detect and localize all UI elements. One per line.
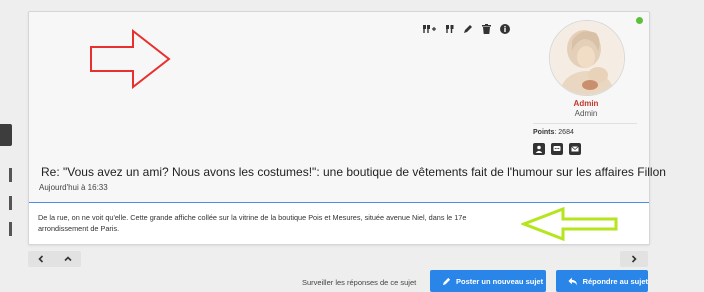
user-points: Points: 2684 bbox=[533, 129, 574, 136]
sidebar-marker bbox=[9, 168, 12, 182]
divider bbox=[533, 123, 637, 124]
message-icon[interactable] bbox=[551, 143, 563, 155]
sidebar-marker bbox=[9, 196, 12, 210]
post-action-bar bbox=[423, 23, 510, 35]
sidebar-tab[interactable] bbox=[0, 124, 12, 146]
next-button[interactable] bbox=[620, 251, 648, 267]
email-icon[interactable] bbox=[569, 143, 581, 155]
sidebar-marker bbox=[9, 222, 12, 236]
quote-icon[interactable] bbox=[446, 23, 454, 35]
online-status-indicator bbox=[636, 17, 643, 24]
delete-icon[interactable] bbox=[482, 23, 491, 35]
contact-buttons bbox=[533, 143, 581, 155]
post-content: De la rue, on ne voit qu'elle. Cette gra… bbox=[29, 203, 649, 244]
prev-button[interactable] bbox=[28, 251, 55, 267]
chevron-up-icon bbox=[64, 256, 72, 262]
pencil-icon bbox=[442, 277, 451, 285]
new-topic-label: Poster un nouveau sujet bbox=[456, 276, 544, 286]
pagination-prev-group bbox=[28, 251, 81, 267]
green-arrow-annotation bbox=[521, 207, 618, 241]
new-topic-button[interactable]: Poster un nouveau sujet bbox=[430, 270, 546, 292]
reply-label: Répondre au sujet bbox=[582, 276, 648, 286]
profile-icon[interactable] bbox=[533, 143, 545, 155]
edit-icon[interactable] bbox=[463, 23, 473, 35]
multi-quote-icon[interactable] bbox=[423, 23, 437, 35]
points-value: : 2684 bbox=[554, 129, 574, 136]
chevron-left-icon bbox=[38, 255, 44, 263]
points-label: Points bbox=[533, 129, 555, 136]
forum-post: Admin Admin Points: 2684 Re: "Vous avez … bbox=[28, 11, 666, 245]
red-arrow-annotation bbox=[90, 29, 171, 89]
watch-topic-link[interactable]: Surveiller les réponses de ce sujet bbox=[302, 278, 416, 287]
reply-button[interactable]: Répondre au sujet bbox=[556, 270, 648, 292]
post-text: De la rue, on ne voit qu'elle. Cette gra… bbox=[38, 213, 467, 233]
chevron-right-icon bbox=[631, 255, 637, 263]
avatar[interactable] bbox=[549, 20, 625, 96]
info-icon[interactable] bbox=[500, 23, 510, 35]
user-rank: Admin bbox=[574, 109, 598, 118]
scroll-top-button[interactable] bbox=[55, 251, 82, 267]
username[interactable]: Admin bbox=[545, 99, 627, 108]
left-sidebar-strip bbox=[0, 108, 14, 248]
post-title[interactable]: Re: "Vous avez un ami? Nous avons les co… bbox=[41, 165, 666, 179]
post-date: Aujourd'hui à 16:33 bbox=[39, 183, 108, 192]
reply-icon bbox=[568, 277, 578, 285]
